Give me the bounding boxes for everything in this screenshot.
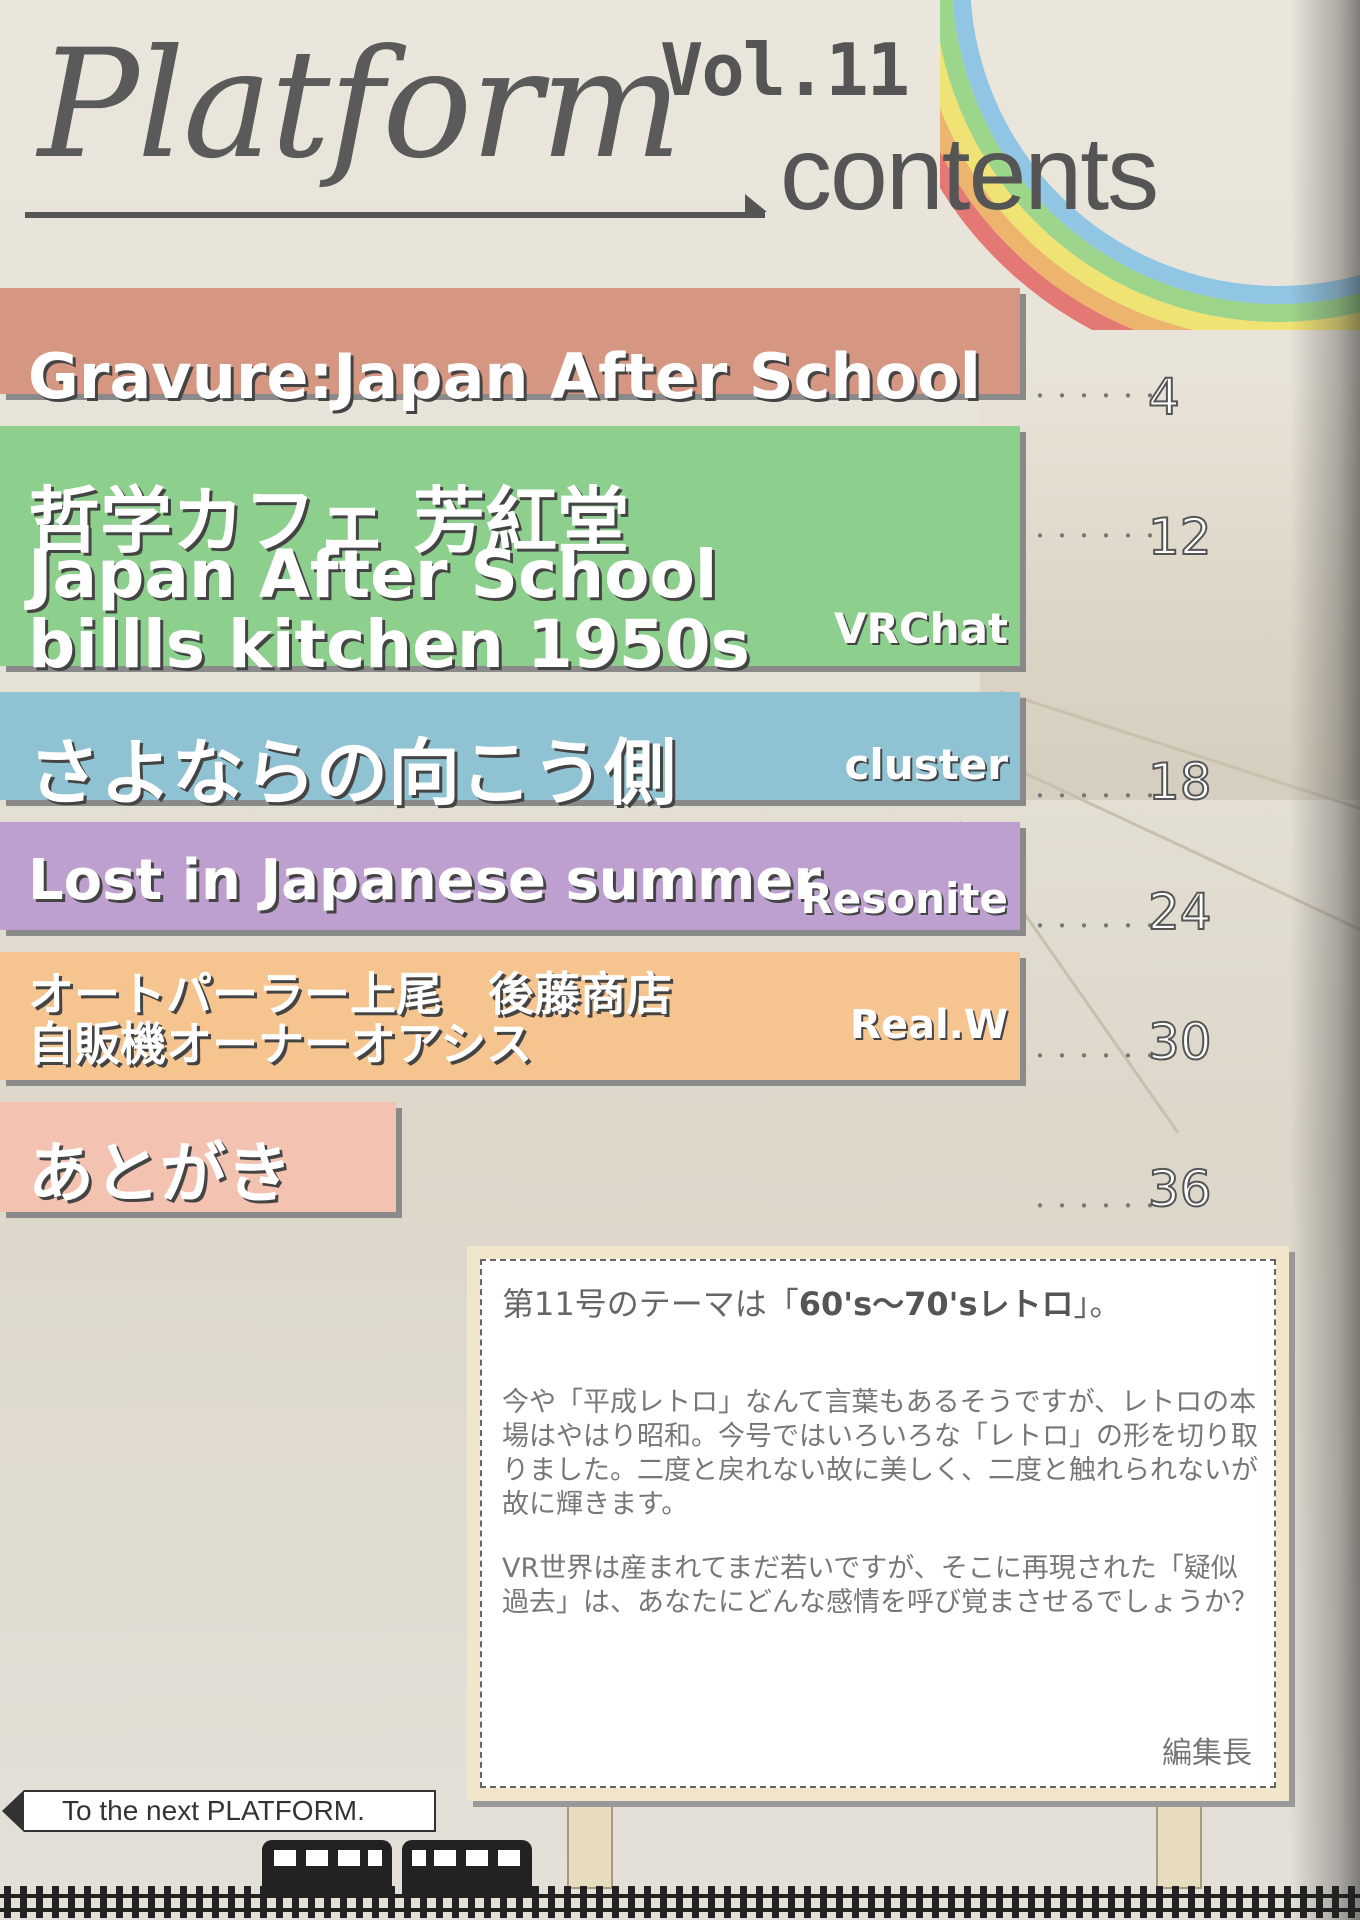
toc-page-number: 12: [1147, 507, 1213, 567]
note-signature: 編集長: [1162, 1736, 1252, 1771]
toc-entry[interactable]: あとがき: [0, 1102, 396, 1212]
toc-leader-dots: ・・・・・・: [1030, 1194, 1162, 1218]
toc-entry-platform: cluster: [844, 740, 1008, 789]
railway-track: [0, 1886, 1360, 1918]
contents-heading: contents: [780, 116, 1159, 232]
note-title: 第11号のテーマは「60's～70'sレトロ」。: [502, 1279, 1122, 1325]
note-paragraph: 今や「平成レトロ」なんて言葉もあるそうですが、レトロの本場はやはり昭和。今号では…: [502, 1387, 1258, 1520]
sign-post-right: [1156, 1805, 1202, 1889]
toc-entry[interactable]: オートパーラー上尾 後藤商店 自販機オーナーオアシス Real.W: [0, 952, 1020, 1080]
toc-entry-title: billls kitchen 1950s: [28, 606, 750, 683]
toc-entry[interactable]: Lost in Japanese summer Resonite: [0, 822, 1020, 930]
toc-leader-dots: ・・・・・・: [1030, 384, 1162, 408]
note-title-prefix: 第11号のテーマは「: [502, 1285, 799, 1323]
note-paragraph: VR世界は産まれてまだ若いですが、そこに再現された「疑似過去」は、あなたにどんな…: [502, 1553, 1258, 1618]
toc-entry[interactable]: 哲学カフェ 芳紅堂 Japan After School billls kitche…: [0, 426, 1020, 683]
toc-entry-platform: Real.W: [850, 1002, 1008, 1048]
volume-label: Vol.11: [660, 28, 910, 112]
toc-leader-dots: ・・・・・・: [1030, 1044, 1162, 1068]
toc-page-number: 24: [1147, 882, 1213, 942]
toc-entry-title: あとがき: [28, 1135, 292, 1212]
next-platform-link[interactable]: To the next PLATFORM.: [2, 1790, 436, 1832]
toc-entry-title: 自販機オーナーオアシス: [28, 1017, 533, 1071]
note-title-theme: 60's～70'sレトロ: [798, 1285, 1074, 1323]
toc-page-number: 4: [1147, 367, 1181, 427]
toc-entry[interactable]: さよならの向こう側 cluster: [0, 692, 1020, 815]
toc-entry-platform: VRChat: [834, 604, 1008, 653]
note-body: 今や「平成レトロ」なんて言葉もあるそうですが、レトロの本場はやはり昭和。今号では…: [502, 1386, 1262, 1650]
toc-entry-title: Lost in Japanese summer: [28, 848, 821, 913]
editor-note-inner: 第11号のテーマは「60's～70'sレトロ」。 今や「平成レトロ」なんて言葉も…: [480, 1259, 1276, 1788]
toc-entry-title: さよならの向こう側: [28, 731, 677, 815]
toc-entry-title: Japan After School: [28, 536, 718, 613]
note-title-suffix: 」。: [1073, 1285, 1122, 1323]
page-edge-shadow: [1290, 0, 1360, 1920]
editor-note-board: 第11号のテーマは「60's～70'sレトロ」。 今や「平成レトロ」なんて言葉も…: [467, 1246, 1289, 1801]
toc-page-number: 36: [1147, 1159, 1213, 1219]
magazine-title: Platform: [38, 18, 682, 192]
toc-leader-dots: ・・・・・・: [1030, 784, 1162, 808]
toc-entry[interactable]: Gravure:Japan After School: [0, 288, 1020, 413]
toc-page-number: 30: [1147, 1012, 1213, 1072]
toc-entry-title: Gravure:Japan After School: [28, 340, 981, 413]
toc-leader-dots: ・・・・・・: [1030, 524, 1162, 548]
next-platform-label: To the next PLATFORM.: [62, 1795, 365, 1826]
toc-page-number: 18: [1147, 752, 1213, 812]
toc-leader-dots: ・・・・・・: [1030, 914, 1162, 938]
title-underline: [25, 194, 767, 218]
sign-post-left: [567, 1805, 613, 1889]
toc-entry-platform: Resonite: [800, 874, 1008, 923]
